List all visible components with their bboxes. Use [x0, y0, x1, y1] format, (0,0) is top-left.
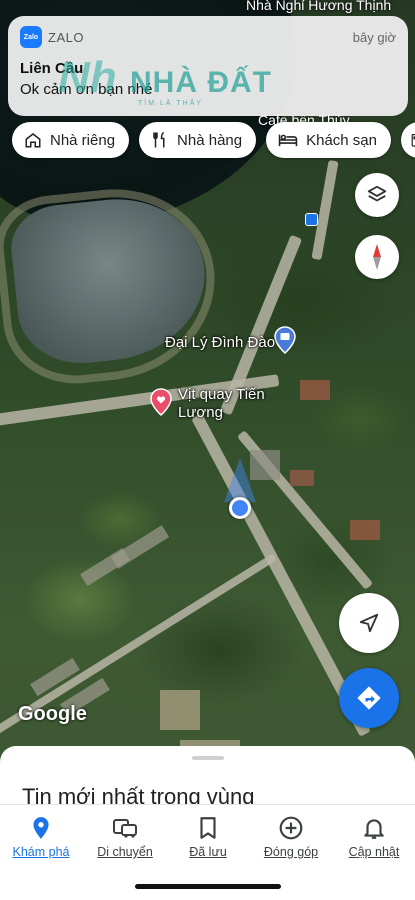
- layers-icon: [367, 185, 387, 202]
- tab-label: Đã lưu: [189, 845, 227, 859]
- restaurant-icon: [153, 131, 165, 148]
- road: [311, 159, 339, 261]
- poi-label-line: Vịt quay Tiến: [178, 386, 265, 403]
- map-label-hotel[interactable]: Nhà Nghỉ Hương Thịnh: [246, 0, 391, 13]
- tab-label: Khám phá: [12, 845, 70, 859]
- home-indicator[interactable]: [135, 884, 281, 889]
- tab-label: Di chuyển: [97, 845, 153, 859]
- notification-app-name: ZALO: [48, 29, 84, 45]
- directions-icon: [357, 686, 381, 710]
- chip-khach-san[interactable]: Khách sạn: [266, 122, 391, 158]
- building: [80, 547, 130, 587]
- explore-pin-icon: [33, 817, 49, 839]
- tab-dong-gop[interactable]: Đóng góp: [251, 815, 331, 859]
- my-location-button[interactable]: [339, 593, 399, 653]
- chip-label: Nhà hàng: [177, 131, 243, 149]
- building: [350, 520, 380, 540]
- navigation-arrow-icon: [359, 613, 379, 633]
- tab-di-chuyen[interactable]: Di chuyển: [85, 815, 165, 859]
- tab-cap-nhat[interactable]: Cập nhật: [334, 815, 414, 859]
- category-chips: Nhà riêng Nhà hàng Khách sạn: [12, 122, 415, 158]
- poi-label-vit-quay[interactable]: Vịt quay Tiến Lương: [178, 386, 265, 422]
- compass-icon: [373, 244, 381, 270]
- building: [300, 380, 330, 400]
- bus-stop-icon[interactable]: [305, 213, 318, 226]
- hotel-icon: [278, 134, 298, 147]
- poi-label-line: Lương: [178, 404, 223, 421]
- tab-label: Cập nhật: [348, 845, 400, 859]
- chip-gas-station[interactable]: [401, 122, 415, 158]
- chip-label: Nhà riêng: [50, 131, 116, 149]
- home-icon: [25, 133, 41, 148]
- tab-da-luu[interactable]: Đã lưu: [168, 815, 248, 859]
- zalo-app-icon: Zalo: [20, 26, 42, 48]
- chip-nha-rieng[interactable]: Nhà riêng: [12, 122, 130, 158]
- user-location-dot[interactable]: [229, 497, 251, 519]
- notification-time: bây giờ: [352, 29, 396, 45]
- heading-beam: [224, 458, 256, 502]
- compass-button[interactable]: [355, 235, 399, 279]
- building: [290, 470, 314, 486]
- directions-button[interactable]: [339, 668, 399, 728]
- poi-label-dai-ly[interactable]: Đại Lý Đình Đào: [165, 334, 275, 351]
- building: [160, 690, 200, 730]
- commute-icon: [113, 819, 137, 838]
- shop-pin-icon[interactable]: [274, 326, 296, 359]
- notification-body: Ok cảm ơn bạn nhé: [20, 81, 153, 98]
- tab-label: Đóng góp: [263, 845, 319, 859]
- bookmark-icon: [200, 817, 216, 839]
- gas-station-icon: [411, 134, 415, 147]
- google-logo: Google: [18, 703, 87, 725]
- chip-nha-hang[interactable]: Nhà hàng: [139, 122, 257, 158]
- bell-icon: [364, 819, 384, 839]
- notification-title: Liên Cầu: [20, 60, 84, 77]
- tab-kham-pha[interactable]: Khám phá: [1, 815, 81, 859]
- favorite-pin-icon[interactable]: [150, 388, 172, 421]
- chip-label: Khách sạn: [306, 131, 377, 149]
- layers-button[interactable]: [355, 173, 399, 217]
- contribute-plus-icon: [279, 816, 303, 840]
- zalo-notification[interactable]: Zalo ZALO bây giờ Liên Cầu Ok cảm ơn bạn…: [8, 16, 408, 116]
- sheet-drag-handle[interactable]: [192, 756, 224, 760]
